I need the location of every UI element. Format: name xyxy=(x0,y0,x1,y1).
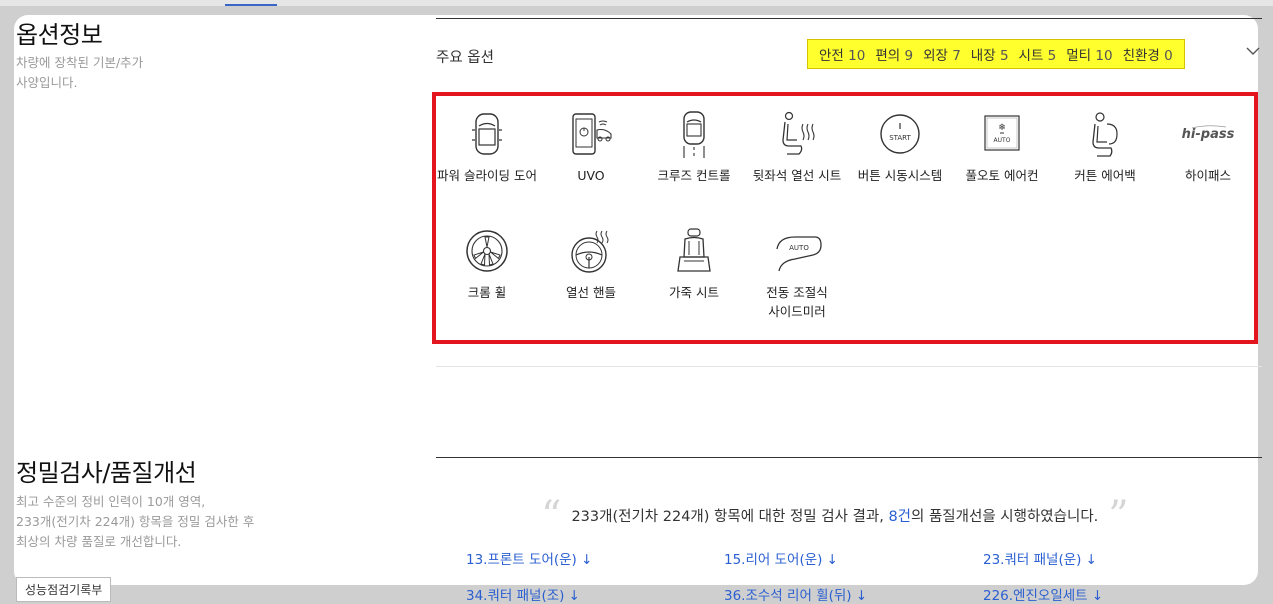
option-hipass: hi-pass 하이패스 xyxy=(1158,110,1258,185)
open-quote-icon: “ xyxy=(541,492,562,539)
power-mirror-icon: AUTO xyxy=(776,236,822,272)
main-options-label: 주요 옵션 xyxy=(436,50,494,66)
curtain-airbag-icon xyxy=(1092,112,1118,157)
inspection-desc: 최고 수준의 정비 인력이 10개 영역, 233개(전기차 224개) 항목을… xyxy=(16,492,254,552)
inspection-link[interactable]: 15.리어 도어(운) ↓ xyxy=(724,548,838,568)
svg-text:AUTO: AUTO xyxy=(789,244,809,252)
active-tab-indicator xyxy=(225,4,277,6)
option-label: 전동 조절식 사이드미러 xyxy=(766,285,828,319)
svg-text:START: START xyxy=(889,134,911,142)
option-cruise-control: 크루즈 컨트롤 xyxy=(644,110,744,185)
option-category-bar: 안전 10 편의 9 외장 7 내장 5 시트 5 멀티 10 친환경 0 xyxy=(807,39,1185,69)
option-label: UVO xyxy=(577,168,605,183)
inspection-summary-text: 233개(전기차 224개) 항목에 대한 정밀 검사 결과, 8건의 품질개선… xyxy=(571,509,1099,525)
inspection-desc-line2: 233개(전기차 224개) 항목을 정밀 검사한 후 xyxy=(16,514,255,529)
category-multimedia[interactable]: 멀티 10 xyxy=(1061,44,1117,64)
option-heated-steering: 열선 핸들 xyxy=(541,227,641,302)
inspection-link[interactable]: 23.쿼터 패널(운) ↓ xyxy=(983,548,1097,568)
inspection-link[interactable]: 13.프론트 도어(운) ↓ xyxy=(466,548,592,568)
chrome-wheel-icon xyxy=(466,230,508,272)
category-interior[interactable]: 내장 5 xyxy=(966,44,1014,64)
inspection-summary: “ 233개(전기차 224개) 항목에 대한 정밀 검사 결과, 8건의 품질… xyxy=(541,492,1171,539)
options-desc: 차량에 장착된 기본/추가 사양입니다. xyxy=(16,53,143,93)
option-button-start: START 버튼 시동시스템 xyxy=(850,110,950,185)
option-label: 하이패스 xyxy=(1184,168,1231,183)
inspection-link[interactable]: 34.쿼터 패널(조) ↓ xyxy=(466,584,580,604)
expand-chevron-icon[interactable] xyxy=(1246,43,1260,62)
content-card: 옵션정보 차량에 장착된 기본/추가 사양입니다. 주요 옵션 안전 10 편의… xyxy=(14,15,1262,604)
uvo-phone-icon xyxy=(572,113,612,155)
top-tab-strip xyxy=(0,0,1273,6)
option-power-side-mirror: AUTO 전동 조절식 사이드미러 xyxy=(747,227,847,321)
category-safety[interactable]: 안전 10 xyxy=(814,44,870,64)
inspection-top-divider xyxy=(436,457,1262,458)
option-label: 뒷좌석 열선 시트 xyxy=(752,168,842,183)
options-desc-line2: 사양입니다. xyxy=(16,75,78,90)
option-label: 풀오토 에어컨 xyxy=(965,168,1039,183)
option-uvo: UVO xyxy=(541,110,641,185)
svg-text:❄: ❄ xyxy=(998,123,1006,133)
option-power-sliding-door: 파워 슬라이딩 도어 xyxy=(437,110,537,185)
option-label: 크루즈 컨트롤 xyxy=(657,168,731,183)
options-top-divider xyxy=(436,18,1262,19)
option-label: 파워 슬라이딩 도어 xyxy=(437,168,537,183)
option-label: 커튼 에어백 xyxy=(1074,168,1136,183)
improvement-count: 8건 xyxy=(888,509,912,525)
category-eco[interactable]: 친환경 0 xyxy=(1118,44,1178,64)
option-label: 가죽 시트 xyxy=(669,285,719,300)
inspection-link[interactable]: 36.조수석 리어 휠(뒤) ↓ xyxy=(724,584,867,604)
hipass-icon: hi-pass xyxy=(1182,125,1235,142)
sliding-door-icon xyxy=(472,113,502,155)
option-full-auto-aircon: ❄ AUTO 풀오토 에어컨 xyxy=(952,110,1052,185)
options-bottom-divider xyxy=(436,366,1262,367)
svg-text:hi-pass: hi-pass xyxy=(1182,127,1235,142)
heated-seat-icon xyxy=(782,111,815,155)
heated-wheel-icon xyxy=(571,230,609,273)
option-label: 크롬 휠 xyxy=(467,285,507,300)
options-desc-line1: 차량에 장착된 기본/추가 xyxy=(16,55,144,70)
close-quote-icon: ” xyxy=(1108,492,1129,539)
inspection-desc-line1: 최고 수준의 정비 인력이 10개 영역, xyxy=(16,494,206,509)
category-convenience[interactable]: 편의 9 xyxy=(870,44,918,64)
leather-seat-icon xyxy=(677,228,711,272)
option-label: 열선 핸들 xyxy=(566,285,616,300)
option-leather-seat: 가죽 시트 xyxy=(644,227,744,302)
performance-report-button[interactable]: 성능점검기록부 xyxy=(16,577,112,602)
inspection-link[interactable]: 226.엔진오일세트 ↓ xyxy=(983,584,1103,604)
option-label: 버튼 시동시스템 xyxy=(857,168,943,183)
options-title: 옵션정보 xyxy=(16,21,103,49)
inspection-desc-line3: 최상의 차량 품질로 개선합니다. xyxy=(16,534,182,549)
category-seat[interactable]: 시트 5 xyxy=(1014,44,1062,64)
start-button-icon: START xyxy=(880,114,920,154)
svg-text:AUTO: AUTO xyxy=(994,137,1011,144)
option-chrome-wheel: 크롬 휠 xyxy=(437,227,537,302)
auto-aircon-icon: ❄ AUTO xyxy=(984,115,1020,151)
category-exterior[interactable]: 외장 7 xyxy=(918,44,966,64)
inspection-title: 정밀검사/품질개선 xyxy=(16,459,197,487)
option-curtain-airbag: 커튼 에어백 xyxy=(1055,110,1155,185)
cruise-control-icon xyxy=(683,111,705,158)
option-rear-heated-seat: 뒷좌석 열선 시트 xyxy=(747,110,847,185)
